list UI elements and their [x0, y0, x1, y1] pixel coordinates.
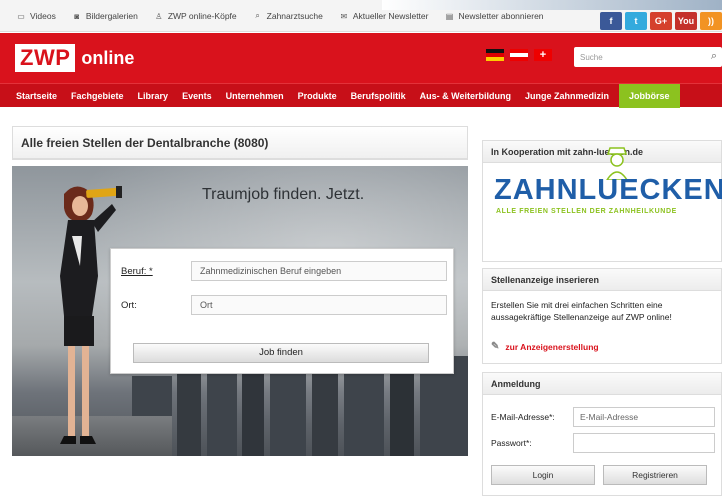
job-ad-box: Stellenanzeige inserieren Erstellen Sie … [482, 268, 722, 364]
ort-row: Ort: Ort [121, 295, 447, 315]
top-corner-decoration [382, 0, 722, 10]
camera-icon: ◙ [74, 11, 80, 21]
job-ad-title: Stellenanzeige inserieren [483, 269, 721, 291]
nav-library[interactable]: Library [138, 91, 169, 101]
main-navigation: Startseite Fachgebiete Library Events Un… [0, 83, 722, 108]
nav-junge-zahnmedizin[interactable]: Junge Zahnmedizin [525, 91, 609, 101]
zahnluecken-logo[interactable]: ZAHNLUECKEN ALLE FREIEN STELLEN DER ZAHN… [488, 140, 722, 220]
toplink-newsletter[interactable]: ✉ Aktueller Newsletter [339, 11, 429, 21]
search-icon: ⌕ [255, 11, 260, 20]
toplink-zahnarztsuche[interactable]: ⌕ Zahnarztsuche [253, 11, 322, 21]
nav-fachgebiete[interactable]: Fachgebiete [71, 91, 124, 101]
search-placeholder: Suche [580, 52, 603, 62]
person-icon: ♙ [155, 11, 163, 21]
login-button[interactable]: Login [491, 465, 595, 485]
password-label: Passwort*: [491, 438, 532, 448]
zahnluecken-tagline: ALLE FREIEN STELLEN DER ZAHNHEILKUNDE [496, 208, 677, 215]
germany-flag-icon[interactable] [486, 49, 504, 61]
job-search-panel: Alle freien Stellen der Dentalbranche (8… [12, 126, 468, 160]
ort-label: Ort: [121, 299, 137, 311]
create-ad-link[interactable]: ✎ zur Anzeigenerstellung [491, 341, 599, 352]
rss-icon[interactable]: )) [700, 12, 722, 30]
page-title: Alle freien Stellen der Dentalbranche (8… [13, 127, 467, 159]
zwp-logo[interactable]: ZWP online [15, 43, 134, 73]
email-label: E-Mail-Adresse*: [491, 412, 555, 422]
login-box: Anmeldung E-Mail-Adresse*: E-Mail-Adress… [482, 372, 722, 496]
logo-word: online [81, 47, 135, 68]
beruf-row: Beruf: * Zahnmedizinischen Beruf eingebe… [121, 261, 447, 281]
facebook-icon[interactable]: f [600, 12, 622, 30]
job-finden-button[interactable]: Job finden [133, 343, 429, 363]
social-icons: f t G+ You )) [600, 12, 722, 30]
beruf-input[interactable]: Zahnmedizinischen Beruf eingeben [191, 261, 447, 281]
password-row: Passwort*: [491, 433, 715, 453]
login-title: Anmeldung [483, 373, 721, 395]
email-row: E-Mail-Adresse*: E-Mail-Adresse [491, 407, 715, 427]
hero-slogan: Traumjob finden. Jetzt. [202, 186, 365, 203]
job-search-form: Beruf: * Zahnmedizinischen Beruf eingebe… [110, 248, 454, 374]
nav-events[interactable]: Events [182, 91, 212, 101]
password-field[interactable] [573, 433, 715, 453]
mail-icon: ✉ [340, 11, 348, 21]
skyline-building [344, 368, 384, 456]
email-field[interactable]: E-Mail-Adresse [573, 407, 715, 427]
toplink-bildergalerien[interactable]: ◙ Bildergalerien [72, 11, 137, 21]
nav-startseite[interactable]: Startseite [16, 91, 57, 101]
language-flags: + [486, 49, 552, 61]
video-icon: ▭ [17, 11, 25, 21]
logo-mark: ZWP [15, 44, 76, 72]
zahnluecken-logo-text: ZAHNLUECKEN [494, 174, 722, 206]
youtube-icon[interactable]: You [675, 12, 697, 30]
toplink-videos[interactable]: ▭ Videos [16, 11, 56, 21]
search-input[interactable]: Suche ⌕ [574, 47, 722, 67]
switzerland-flag-icon[interactable]: + [534, 49, 552, 61]
top-links: ▭ Videos ◙ Bildergalerien ♙ ZWP online-Köpf… [16, 11, 544, 21]
newsletter-icon: ▤ [445, 11, 454, 21]
twitter-icon[interactable]: t [625, 12, 647, 30]
beruf-label: Beruf: * [121, 265, 153, 277]
edit-icon: ✎ [491, 341, 500, 352]
skyline-building [207, 361, 237, 456]
austria-flag-icon[interactable] [510, 49, 528, 61]
nav-berufspolitik[interactable]: Berufspolitik [351, 91, 406, 101]
site-header: ZWP online + Suche ⌕ [0, 33, 722, 83]
top-utility-bar: ▭ Videos ◙ Bildergalerien ♙ ZWP online-Köpf… [0, 0, 722, 32]
job-ad-text: Erstellen Sie mit drei einfachen Schritt… [491, 300, 672, 322]
ort-input[interactable]: Ort [191, 295, 447, 315]
nav-produkte[interactable]: Produkte [298, 91, 337, 101]
nav-aus-weiterbildung[interactable]: Aus- & Weiterbildung [420, 91, 511, 101]
nav-unternehmen[interactable]: Unternehmen [226, 91, 284, 101]
toplink-newsletter-abonnieren[interactable]: ▤ Newsletter abonnieren [444, 11, 544, 21]
create-ad-label: zur Anzeigenerstellung [505, 341, 599, 352]
magnifier-icon[interactable]: ⌕ [711, 50, 717, 63]
nav-jobboerse[interactable]: Jobbörse [618, 83, 680, 108]
googleplus-icon[interactable]: G+ [650, 12, 672, 30]
register-button[interactable]: Registrieren [603, 465, 707, 485]
toplink-koepfe[interactable]: ♙ ZWP online-Köpfe [154, 11, 236, 21]
